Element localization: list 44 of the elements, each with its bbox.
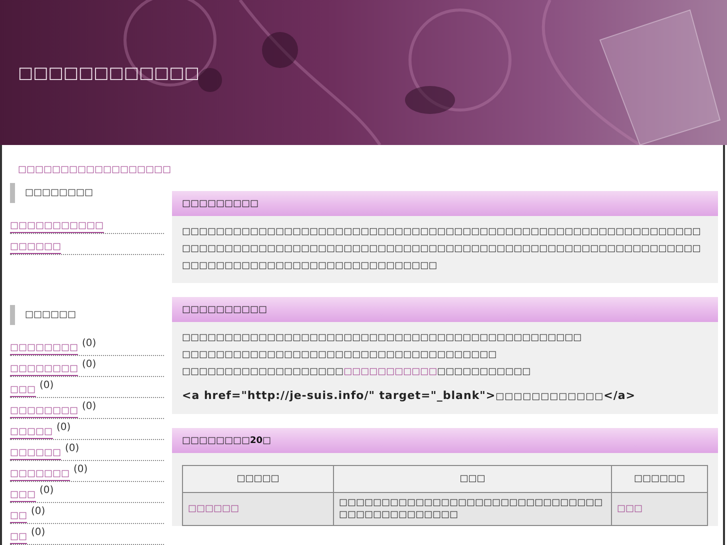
text-link[interactable]: □□□□□□□□□□□ [344, 367, 438, 377]
item-count: (0) [31, 505, 46, 517]
breadcrumb-link[interactable]: □□□□□□□□□□□□□□□□□□ [18, 165, 172, 175]
column-header: □□□□□□ [612, 466, 708, 492]
item-count: (0) [31, 526, 46, 538]
sidebar-link[interactable]: □□□□□□□□□□□ [10, 220, 104, 233]
column-header: □□□□□ [182, 466, 334, 492]
cell-link[interactable]: □□□□□□ [188, 504, 240, 514]
table-cell: □□□□□□□□□□□□□□□□□□□□□□□□□□□□□□□□□□□□□□□□□□□□□ [334, 492, 612, 526]
sidebar-link[interactable]: □□□□□□□ [10, 468, 70, 481]
sidebar-link[interactable]: □□□□□□□□ [10, 342, 78, 355]
sidebar-link[interactable]: □□□□□□ [10, 447, 62, 460]
item-count: (0) [40, 484, 54, 496]
sidebar-link[interactable]: □□□ [10, 384, 36, 397]
sidebar-link[interactable]: □□ [10, 510, 28, 523]
code-text: □□□□□□□□□□□□ [496, 392, 604, 402]
sidebar-link[interactable]: □□□□□ [10, 426, 53, 439]
item-count: (0) [82, 358, 96, 370]
sidebar-link[interactable]: □□□□□□□□ [10, 363, 78, 376]
sidebar-heading: □□□□□□□□ [10, 183, 164, 203]
item-count: (0) [40, 379, 54, 391]
item-count: (0) [56, 421, 71, 433]
sidebar-link[interactable]: □□□□□□ [10, 241, 62, 254]
section-heading: □□□□□□□□□□ [172, 297, 718, 322]
item-count: (0) [82, 400, 96, 412]
sidebar-heading: □□□□□□ [10, 305, 164, 325]
text-line: □□□□□□□□□□□□□□□□□□□ [182, 367, 344, 377]
cell-link[interactable]: □□□ [617, 504, 643, 514]
sidebar-link[interactable]: □□□□□□□□ [10, 405, 78, 418]
code-text: <a href="http://je-suis.info/" target="_blank"> [182, 389, 496, 402]
item-count: (0) [82, 337, 96, 349]
text-line: □□□□□□□□□□□□□□□□□□□□□□□□□□□□□□□□□□□□□ [182, 350, 497, 360]
column-header: □□□ [334, 466, 612, 492]
section-heading: □□□□□□□□20□ [172, 428, 718, 453]
item-count: (0) [74, 463, 88, 475]
paragraph: □□□□□□□□□□□□□□□□□□□□□□□□□□□□□□□□□□□□□□□□□□□□□□□□□□□□□□□□□□□□□□□□□□□□□□□□□□□□□□□□□□□□□□□□□□□□□□□□□□□□□□□□□□□□□□□□□□□□□□□□□□□□□□□□□□□□□□□□□□□□□□□□□□□□□□□□ [182, 226, 702, 273]
text-line: □□□□□□□□□□□□□□□□□□□□□□□□□□□□□□□□□□□□□□□□□□□□□□□ [182, 333, 582, 343]
item-count: (0) [65, 442, 80, 454]
section-heading: □□□□□□□□□ [172, 191, 718, 216]
site-title: □□□□□□□□□□□□ [18, 63, 200, 82]
sidebar-link[interactable]: □□ [10, 531, 28, 544]
code-text: </a> [604, 389, 636, 402]
text-line: □□□□□□□□□□□ [437, 367, 531, 377]
sidebar-link[interactable]: □□□ [10, 489, 36, 502]
